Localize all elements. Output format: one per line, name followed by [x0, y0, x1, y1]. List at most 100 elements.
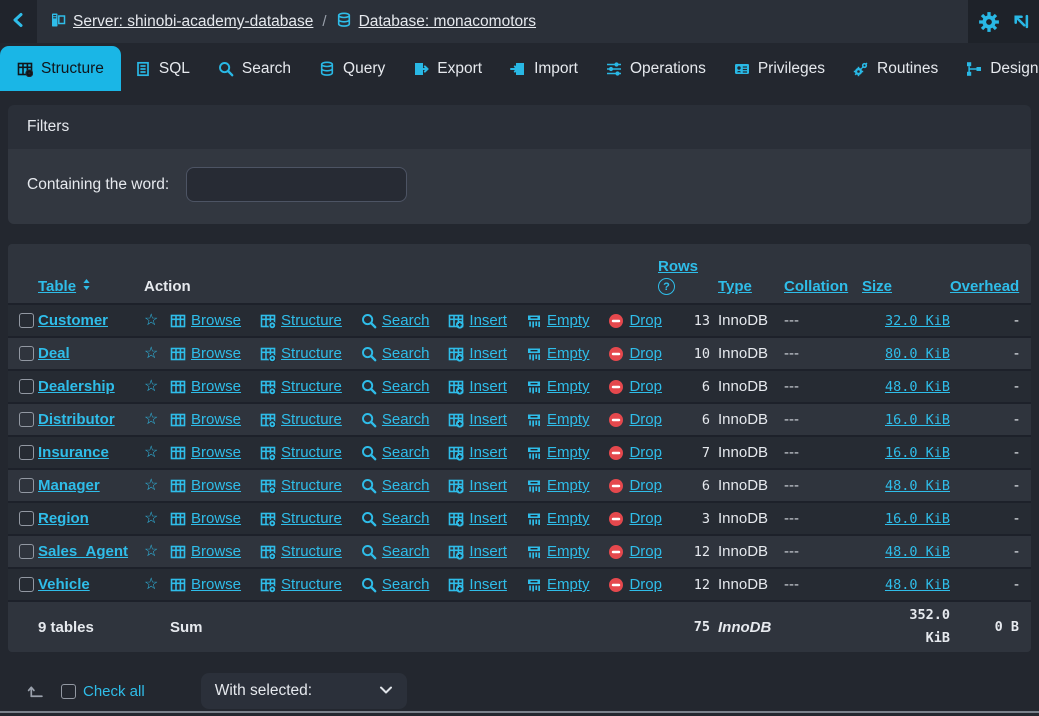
row-checkbox[interactable] — [19, 412, 34, 427]
tab-export[interactable]: Export — [399, 46, 496, 91]
rows-help-icon[interactable]: ? — [658, 278, 675, 295]
row-checkbox[interactable] — [19, 577, 34, 592]
action-browse-link[interactable]: Browse — [170, 543, 241, 560]
action-search-link[interactable]: Search — [361, 576, 430, 593]
row-checkbox[interactable] — [19, 511, 34, 526]
action-search-link[interactable]: Search — [361, 345, 430, 362]
row-size-link[interactable]: 48.0 KiB — [885, 544, 950, 560]
table-name-link[interactable]: Manager — [38, 477, 100, 494]
action-browse-link[interactable]: Browse — [170, 576, 241, 593]
row-checkbox[interactable] — [19, 346, 34, 361]
action-browse-link[interactable]: Browse — [170, 345, 241, 362]
action-structure-link[interactable]: Structure — [260, 543, 342, 560]
action-insert-link[interactable]: Insert — [448, 345, 507, 362]
check-all-checkbox[interactable] — [61, 684, 76, 699]
action-empty-link[interactable]: Empty — [526, 576, 590, 593]
action-browse-link[interactable]: Browse — [170, 477, 241, 494]
server-link[interactable]: Server: shinobi-academy-database — [73, 13, 313, 31]
check-all-label[interactable]: Check all — [83, 683, 145, 700]
favorite-star-icon[interactable]: ☆ — [144, 543, 158, 560]
action-insert-link[interactable]: Insert — [448, 510, 507, 527]
action-search-link[interactable]: Search — [361, 477, 430, 494]
action-structure-link[interactable]: Structure — [260, 378, 342, 395]
with-selected-select[interactable]: With selected: — [201, 673, 407, 709]
favorite-star-icon[interactable]: ☆ — [144, 312, 158, 329]
containing-word-input[interactable] — [186, 167, 407, 202]
action-drop-link[interactable]: Drop — [608, 312, 662, 329]
action-structure-link[interactable]: Structure — [260, 312, 342, 329]
row-checkbox[interactable] — [19, 445, 34, 460]
action-insert-link[interactable]: Insert — [448, 378, 507, 395]
tab-import[interactable]: Import — [496, 46, 592, 91]
row-checkbox[interactable] — [19, 544, 34, 559]
action-empty-link[interactable]: Empty — [526, 543, 590, 560]
table-name-link[interactable]: Insurance — [38, 444, 109, 461]
action-drop-link[interactable]: Drop — [608, 510, 662, 527]
favorite-star-icon[interactable]: ☆ — [144, 444, 158, 461]
action-drop-link[interactable]: Drop — [608, 411, 662, 428]
action-drop-link[interactable]: Drop — [608, 543, 662, 560]
column-header-table[interactable]: Table — [38, 278, 76, 295]
action-empty-link[interactable]: Empty — [526, 411, 590, 428]
tab-sql[interactable]: SQL — [121, 46, 204, 91]
row-size-link[interactable]: 48.0 KiB — [885, 577, 950, 593]
back-button[interactable] — [0, 0, 37, 43]
action-insert-link[interactable]: Insert — [448, 411, 507, 428]
column-header-size[interactable]: Size — [862, 278, 950, 295]
gear-icon[interactable] — [978, 11, 1000, 33]
action-search-link[interactable]: Search — [361, 510, 430, 527]
favorite-star-icon[interactable]: ☆ — [144, 510, 158, 527]
row-size-link[interactable]: 16.0 KiB — [885, 412, 950, 428]
table-name-link[interactable]: Region — [38, 510, 89, 527]
row-size-link[interactable]: 48.0 KiB — [885, 379, 950, 395]
action-drop-link[interactable]: Drop — [608, 576, 662, 593]
tab-routines[interactable]: Routines — [839, 46, 952, 91]
favorite-star-icon[interactable]: ☆ — [144, 477, 158, 494]
favorite-star-icon[interactable]: ☆ — [144, 411, 158, 428]
tab-privileges[interactable]: Privileges — [720, 46, 839, 91]
favorite-star-icon[interactable]: ☆ — [144, 576, 158, 593]
tab-query[interactable]: Query — [305, 46, 399, 91]
action-browse-link[interactable]: Browse — [170, 444, 241, 461]
action-structure-link[interactable]: Structure — [260, 411, 342, 428]
action-insert-link[interactable]: Insert — [448, 477, 507, 494]
row-size-link[interactable]: 16.0 KiB — [885, 445, 950, 461]
row-size-link[interactable]: 16.0 KiB — [885, 511, 950, 527]
action-empty-link[interactable]: Empty — [526, 477, 590, 494]
action-structure-link[interactable]: Structure — [260, 477, 342, 494]
action-structure-link[interactable]: Structure — [260, 510, 342, 527]
action-drop-link[interactable]: Drop — [608, 345, 662, 362]
action-structure-link[interactable]: Structure — [260, 576, 342, 593]
action-insert-link[interactable]: Insert — [448, 444, 507, 461]
table-name-link[interactable]: Sales_Agent — [38, 543, 128, 560]
action-empty-link[interactable]: Empty — [526, 444, 590, 461]
favorite-star-icon[interactable]: ☆ — [144, 378, 158, 395]
action-browse-link[interactable]: Browse — [170, 510, 241, 527]
action-drop-link[interactable]: Drop — [608, 477, 662, 494]
table-name-link[interactable]: Vehicle — [38, 576, 90, 593]
action-search-link[interactable]: Search — [361, 543, 430, 560]
action-search-link[interactable]: Search — [361, 378, 430, 395]
action-drop-link[interactable]: Drop — [608, 378, 662, 395]
action-insert-link[interactable]: Insert — [448, 543, 507, 560]
action-structure-link[interactable]: Structure — [260, 345, 342, 362]
action-search-link[interactable]: Search — [361, 312, 430, 329]
tab-search[interactable]: Search — [204, 46, 305, 91]
action-search-link[interactable]: Search — [361, 444, 430, 461]
column-header-rows[interactable]: Rows — [658, 258, 698, 275]
column-header-collation[interactable]: Collation — [784, 278, 862, 295]
table-name-link[interactable]: Customer — [38, 312, 108, 329]
row-size-link[interactable]: 48.0 KiB — [885, 478, 950, 494]
table-name-link[interactable]: Distributor — [38, 411, 115, 428]
table-name-link[interactable]: Dealership — [38, 378, 115, 395]
column-header-type[interactable]: Type — [710, 278, 784, 295]
action-browse-link[interactable]: Browse — [170, 378, 241, 395]
row-checkbox[interactable] — [19, 379, 34, 394]
action-search-link[interactable]: Search — [361, 411, 430, 428]
tab-operations[interactable]: Operations — [592, 46, 720, 91]
row-size-link[interactable]: 80.0 KiB — [885, 346, 950, 362]
action-drop-link[interactable]: Drop — [608, 444, 662, 461]
favorite-star-icon[interactable]: ☆ — [144, 345, 158, 362]
arrow-top-left-icon[interactable] — [1012, 13, 1029, 30]
row-checkbox[interactable] — [19, 313, 34, 328]
